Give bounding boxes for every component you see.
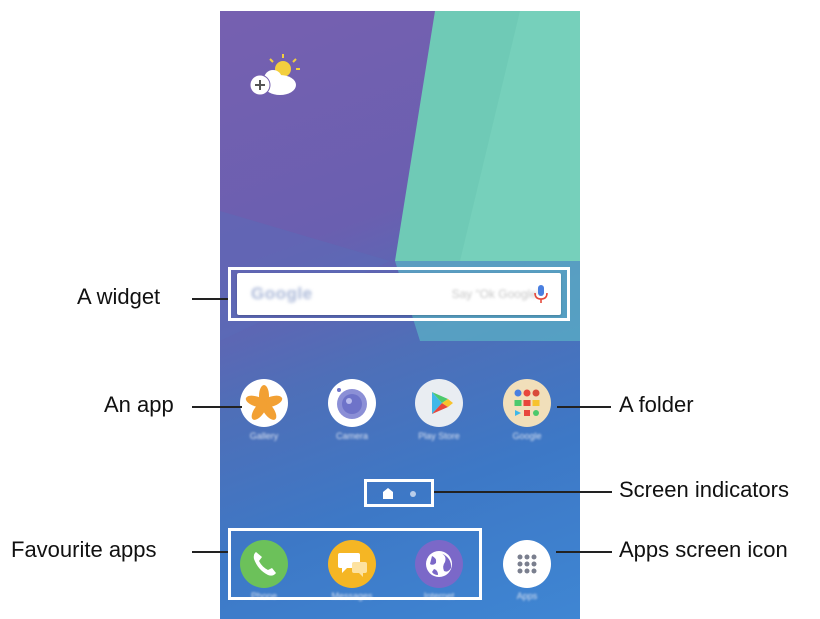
leader-line (557, 406, 611, 408)
leader-line (192, 551, 228, 553)
home-screen: Google Say “Ok Google” Gallery Camera Pl… (220, 11, 580, 619)
callout-screen-indicators: Screen indicators (619, 477, 789, 502)
callout-folder: A folder (619, 392, 694, 417)
weather-add-icon[interactable] (246, 51, 306, 101)
app-label: Apps (516, 591, 538, 601)
apps-screen-icon[interactable] (503, 540, 551, 588)
app-label: Google (512, 431, 542, 441)
favourite-apps-highlight (228, 528, 482, 600)
camera-app-icon[interactable] (328, 379, 376, 427)
leader-line (192, 406, 242, 408)
widget-highlight (228, 267, 570, 321)
callout-app: An app (104, 392, 174, 417)
gallery-app-icon[interactable] (240, 379, 288, 427)
app-label: Camera (335, 431, 368, 441)
play-store-app-icon[interactable] (415, 379, 463, 427)
callout-favourite-apps: Favourite apps (11, 537, 157, 562)
leader-line (434, 491, 612, 493)
leader-line (556, 551, 612, 553)
app-label: Play Store (418, 431, 460, 441)
app-label: Gallery (249, 431, 279, 441)
indicators-highlight (364, 479, 434, 507)
google-folder-icon[interactable] (503, 379, 551, 427)
callout-widget: A widget (77, 284, 161, 309)
callout-apps-screen-icon: Apps screen icon (619, 537, 788, 562)
leader-line (192, 298, 228, 300)
